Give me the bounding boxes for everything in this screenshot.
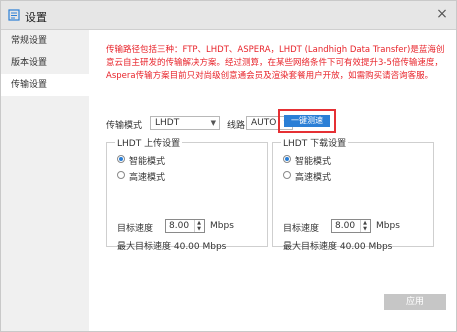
upload-target-speed-value: 8.00 [169, 221, 190, 231]
download-fast-radio[interactable] [283, 171, 291, 179]
upload-fast-label: 高速模式 [129, 173, 166, 183]
upload-smart-radio[interactable] [117, 155, 125, 163]
upload-unit-label: Mbps [210, 221, 234, 231]
download-target-label: 目标速度 [283, 224, 320, 234]
spinner-arrows-icon[interactable]: ▲ ▼ [360, 220, 369, 232]
sidebar-item-transfer[interactable]: 传输设置 [1, 74, 89, 96]
upload-settings-title: LHDT 上传设置 [115, 136, 183, 149]
settings-icon [8, 9, 20, 21]
download-max-speed: 最大目标速度 40.00 Mbps [283, 242, 393, 252]
speed-test-highlight: 一键测速 [278, 109, 336, 133]
window-title: 设置 [25, 11, 47, 24]
download-settings-group: LHDT 下载设置 智能模式 高速模式 目标速度 8.00 ▲ ▼ Mbps 最大… [272, 136, 434, 252]
sidebar: 常规设置 版本设置 传输设置 [1, 30, 89, 331]
settings-window: 设置 × 常规设置 版本设置 传输设置 传输路径包括三种：FTP、LHDT、AS… [0, 0, 457, 332]
speed-test-button[interactable]: 一键测速 [284, 115, 330, 127]
transfer-settings-panel: 传输路径包括三种：FTP、LHDT、ASPERA，LHDT (Landhigh … [89, 30, 456, 331]
download-fast-label: 高速模式 [295, 173, 332, 183]
upload-target-label: 目标速度 [117, 224, 154, 234]
download-target-speed-input[interactable]: 8.00 ▲ ▼ [331, 219, 371, 233]
upload-settings-group: LHDT 上传设置 智能模式 高速模式 目标速度 8.00 ▲ ▼ Mbps 最大… [106, 136, 268, 252]
upload-smart-label: 智能模式 [129, 157, 166, 167]
apply-button[interactable]: 应用 [384, 294, 446, 310]
download-target-speed-value: 8.00 [335, 221, 356, 231]
title-bar: 设置 × [1, 1, 456, 30]
spinner-arrows-icon[interactable]: ▲ ▼ [194, 220, 203, 232]
chevron-down-icon: ▼ [210, 119, 216, 127]
close-button[interactable]: × [434, 6, 450, 22]
line-label: 线路 [227, 121, 246, 131]
download-unit-label: Mbps [376, 221, 400, 231]
upload-target-speed-input[interactable]: 8.00 ▲ ▼ [165, 219, 205, 233]
transfer-notice: 传输路径包括三种：FTP、LHDT、ASPERA，LHDT (Landhigh … [106, 45, 445, 81]
transfer-mode-value: LHDT [155, 118, 180, 128]
transfer-mode-select[interactable]: LHDT ▼ [150, 116, 220, 130]
download-smart-radio[interactable] [283, 155, 291, 163]
sidebar-item-version[interactable]: 版本设置 [1, 52, 89, 74]
download-smart-label: 智能模式 [295, 157, 332, 167]
line-value: AUTO [251, 118, 277, 128]
upload-fast-radio[interactable] [117, 171, 125, 179]
sidebar-item-general[interactable]: 常规设置 [1, 30, 89, 52]
transfer-mode-label: 传输模式 [106, 121, 143, 131]
download-settings-title: LHDT 下载设置 [281, 136, 349, 149]
upload-max-speed: 最大目标速度 40.00 Mbps [117, 242, 227, 252]
